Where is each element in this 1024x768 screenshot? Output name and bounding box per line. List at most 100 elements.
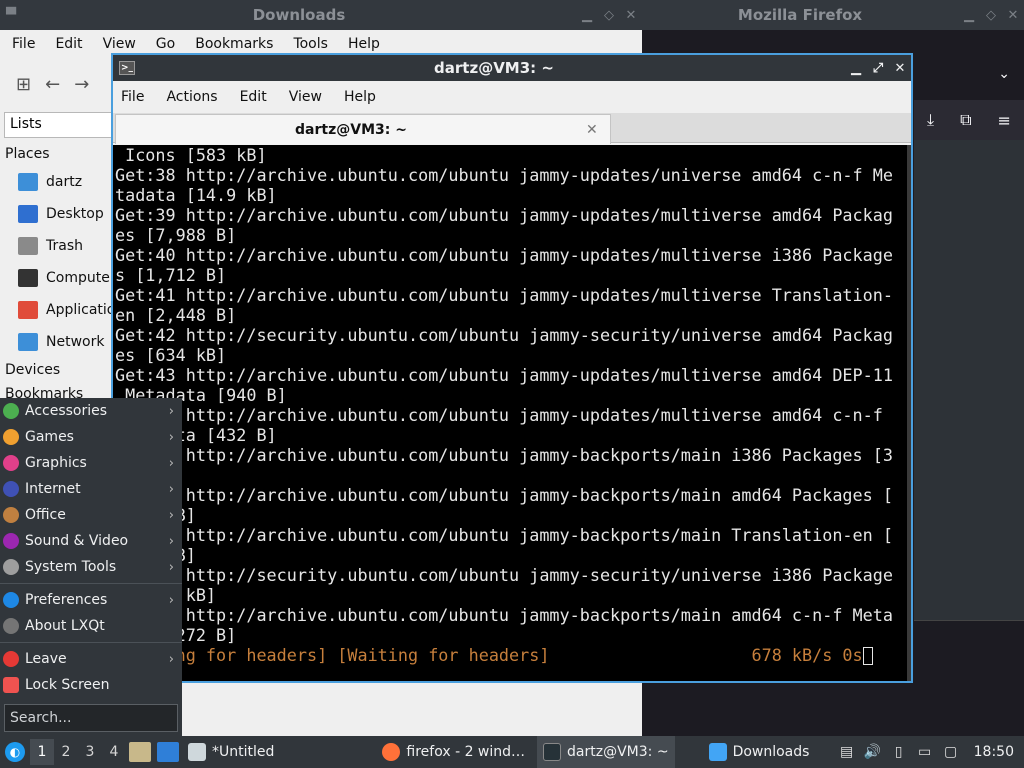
- task-firefox[interactable]: firefox - 2 wind…: [376, 736, 531, 768]
- menu-item-system-tools[interactable]: System Tools ›: [0, 554, 182, 580]
- menu-item-games[interactable]: Games ›: [0, 424, 182, 450]
- downloads-icon[interactable]: ⤓: [927, 110, 934, 130]
- menu-item-accessories[interactable]: Accessories ›: [0, 398, 182, 424]
- menu-separator: [0, 583, 182, 584]
- desktop-switch-2[interactable]: 2: [54, 744, 78, 760]
- side-pane-mode-select[interactable]: Lists: [4, 112, 112, 138]
- show-desktop-icon[interactable]: [129, 742, 151, 762]
- network-icon: [18, 333, 38, 351]
- task-untitled[interactable]: *Untitled: [182, 736, 280, 768]
- menu-search-input[interactable]: Search...: [4, 704, 178, 732]
- clock[interactable]: 18:50: [974, 744, 1014, 760]
- volume-icon[interactable]: 🔊: [864, 743, 882, 761]
- place-dartz[interactable]: dartz: [0, 166, 112, 198]
- terminal-titlebar[interactable]: >_ dartz@VM3: ~ ▁ ⤢ ✕: [113, 55, 911, 81]
- term-menu-file[interactable]: File: [121, 89, 144, 105]
- minimize-icon[interactable]: ▁: [845, 61, 867, 76]
- term-menu-actions[interactable]: Actions: [166, 89, 217, 105]
- start-menu-button[interactable]: ◐: [0, 736, 30, 768]
- close-icon[interactable]: ✕: [620, 8, 642, 23]
- firefox-content: [914, 140, 1024, 620]
- close-icon[interactable]: ✕: [889, 61, 911, 76]
- terminal-line: Metadata [432 B]: [115, 425, 277, 445]
- place-trash[interactable]: Trash: [0, 230, 112, 262]
- file-manager-launcher-icon[interactable]: [157, 742, 179, 762]
- task-label: firefox - 2 wind…: [406, 744, 526, 760]
- terminal-line: en [2,448 B]: [115, 305, 237, 325]
- hamburger-menu-icon[interactable]: ≡: [998, 111, 1011, 130]
- terminal-status-text: [Waiting for headers] [Waiting for heade…: [115, 645, 863, 665]
- terminal-line: Get:44 http://archive.ubuntu.com/ubuntu …: [115, 405, 883, 425]
- menu-item-preferences[interactable]: Preferences ›: [0, 587, 182, 613]
- minimize-icon[interactable]: ▁: [576, 8, 598, 23]
- fm-menu-go[interactable]: Go: [156, 36, 175, 52]
- place-network[interactable]: Network: [0, 326, 112, 358]
- clipboard-icon[interactable]: ▯: [890, 743, 908, 761]
- firefox-titlebar[interactable]: Mozilla Firefox ▁ ◇ ✕: [642, 0, 1024, 30]
- desktop-switch-1[interactable]: 1: [30, 739, 54, 765]
- maximize-icon[interactable]: ◇: [598, 8, 620, 23]
- term-menu-edit[interactable]: Edit: [240, 89, 267, 105]
- back-icon[interactable]: ←: [45, 74, 60, 95]
- terminal-tab[interactable]: dartz@VM3: ~ ✕: [115, 114, 611, 144]
- menu-item-internet[interactable]: Internet ›: [0, 476, 182, 502]
- chevron-right-icon: ›: [168, 651, 174, 667]
- system-tray: ▤ 🔊 ▯ ▭ ▢ 18:50: [838, 736, 1024, 768]
- place-desktop[interactable]: Desktop: [0, 198, 112, 230]
- application-menu: Accessories › Games › Graphics › Interne…: [0, 398, 182, 736]
- menu-item-office[interactable]: Office ›: [0, 502, 182, 528]
- terminal-scrollbar[interactable]: [907, 145, 911, 681]
- fm-menu-tools[interactable]: Tools: [293, 36, 328, 52]
- terminal-output[interactable]: Icons [583 kB] Get:38 http://archive.ubu…: [113, 145, 911, 681]
- fm-menu-edit[interactable]: Edit: [55, 36, 82, 52]
- terminal-menubar: File Actions Edit View Help: [113, 81, 911, 113]
- maximize-icon[interactable]: ◇: [980, 8, 1002, 23]
- terminal-tab-bar: dartz@VM3: ~ ✕: [113, 113, 911, 144]
- close-tab-icon[interactable]: ✕: [586, 122, 610, 138]
- list-all-tabs-icon[interactable]: ⌄: [998, 66, 1010, 82]
- menu-item-lock-screen[interactable]: Lock Screen: [0, 672, 182, 698]
- terminal-status-line: [Waiting for headers] [Waiting for heade…: [115, 645, 911, 665]
- keyboard-layout-icon[interactable]: ▤: [838, 743, 856, 761]
- task-downloads[interactable]: Downloads: [703, 736, 816, 768]
- trash-icon: [18, 237, 38, 255]
- fm-menu-view[interactable]: View: [103, 36, 136, 52]
- chevron-right-icon: ›: [168, 559, 174, 575]
- maximize-icon[interactable]: ⤢: [867, 61, 889, 76]
- menu-item-about-lxqt[interactable]: About LXQt: [0, 613, 182, 639]
- window-menu-icon[interactable]: ▀: [0, 8, 22, 23]
- desktop-icon: [18, 205, 38, 223]
- terminal-line: Get:47 http://archive.ubuntu.com/ubuntu …: [115, 525, 893, 545]
- menu-item-sound-video[interactable]: Sound & Video ›: [0, 528, 182, 554]
- terminal-line: Get:49 http://archive.ubuntu.com/ubuntu …: [115, 605, 893, 625]
- desktop-switch-3[interactable]: 3: [78, 744, 102, 760]
- menu-item-leave[interactable]: Leave ›: [0, 646, 182, 672]
- notification-icon[interactable]: ▢: [942, 743, 960, 761]
- desktop-switch-4[interactable]: 4: [102, 744, 126, 760]
- place-applications[interactable]: Applications: [0, 294, 112, 326]
- places-sidebar: Places dartz Desktop Trash Computer Appl…: [0, 142, 112, 406]
- fm-menu-file[interactable]: File: [12, 36, 35, 52]
- place-label: Applications: [46, 302, 112, 318]
- extensions-icon[interactable]: ⧉: [960, 110, 971, 130]
- term-menu-help[interactable]: Help: [344, 89, 376, 105]
- place-label: Computer: [46, 270, 112, 286]
- menu-item-graphics[interactable]: Graphics ›: [0, 450, 182, 476]
- forward-icon[interactable]: →: [74, 74, 89, 95]
- terminal-app-icon[interactable]: >_: [119, 61, 135, 75]
- place-computer[interactable]: Computer: [0, 262, 112, 294]
- place-label: Network: [46, 334, 105, 350]
- network-tray-icon[interactable]: ▭: [916, 743, 934, 761]
- file-manager-titlebar[interactable]: ▀ Downloads ▁ ◇ ✕: [0, 0, 642, 30]
- fm-menu-bookmarks[interactable]: Bookmarks: [195, 36, 273, 52]
- places-header: Places: [5, 146, 50, 162]
- fm-menu-help[interactable]: Help: [348, 36, 380, 52]
- close-icon[interactable]: ✕: [1002, 8, 1024, 23]
- task-terminal[interactable]: dartz@VM3: ~: [537, 736, 675, 768]
- terminal-line: Icons [583 kB]: [115, 145, 267, 165]
- new-tab-icon[interactable]: ⊞: [16, 74, 31, 95]
- accessories-icon: [3, 403, 19, 419]
- menu-item-label: Lock Screen: [25, 677, 110, 693]
- minimize-icon[interactable]: ▁: [958, 8, 980, 23]
- term-menu-view[interactable]: View: [289, 89, 322, 105]
